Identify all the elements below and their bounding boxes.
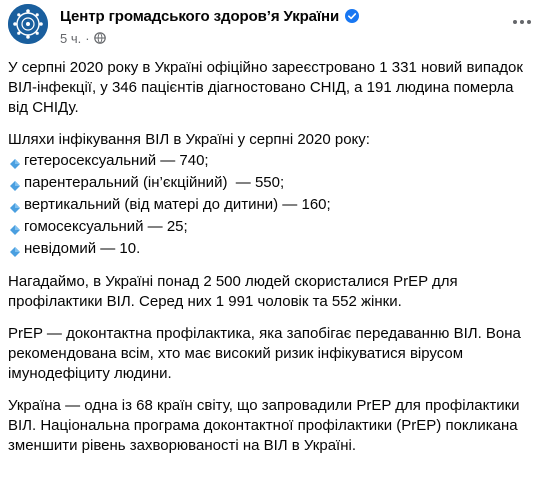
small-blue-diamond-icon [9,221,21,235]
route-item-label: невідомий — 10. [24,240,141,257]
post-paragraph: У серпні 2020 року в Україні офіційно за… [8,59,523,116]
post-paragraph: PrEP — доконтактна профілактика, яка зап… [8,325,521,382]
author-name[interactable]: Центр громадського здоров’я України [60,8,339,25]
small-blue-diamond-icon [9,243,21,257]
facebook-post: Центр громадського здоров’я України 5 ч.… [0,0,544,499]
routes-title: Шляхи інфікування ВІЛ в Україні у серпні… [8,131,370,148]
small-blue-diamond-icon [9,155,21,169]
list-item: гетеросексуальний — 740; [8,150,532,172]
route-item-label: вертикальний (від матері до дитини) — 16… [24,196,331,213]
list-item: вертикальний (від матері до дитини) — 16… [8,194,532,216]
route-item-label: гетеросексуальний — 740; [24,152,209,169]
separator-dot: · [85,30,90,46]
route-item-label: парентеральний (ін’єкційний) — 550; [24,174,285,191]
verified-badge-icon [345,9,360,23]
more-options-button[interactable] [508,8,536,36]
list-item: парентеральний (ін’єкційний) — 550; [8,172,532,194]
avatar[interactable] [8,4,48,44]
post-paragraph: Нагадаймо, в Україні понад 2 500 людей с… [8,273,458,310]
infection-routes-list: Шляхи інфікування ВІЛ в Україні у серпні… [8,130,532,260]
post-timestamp[interactable]: 5 ч. [60,31,81,46]
post-body: У серпні 2020 року в Україні офіційно за… [8,58,532,456]
small-blue-diamond-icon [9,177,21,191]
globe-icon [93,32,106,44]
more-options-icon [513,20,531,24]
post-header: Центр громадського здоров’я України 5 ч.… [8,4,536,54]
route-item-label: гомосексуальний — 25; [24,218,188,235]
author-line: Центр громадського здоров’я України [60,5,360,27]
post-paragraph: Україна — одна із 68 країн світу, що зап… [8,397,520,454]
list-item: невідомий — 10. [8,238,532,260]
small-blue-diamond-icon [9,199,21,213]
organization-logo-icon [8,4,48,44]
post-meta: 5 ч. · [60,30,106,46]
list-item: гомосексуальний — 25; [8,216,532,238]
